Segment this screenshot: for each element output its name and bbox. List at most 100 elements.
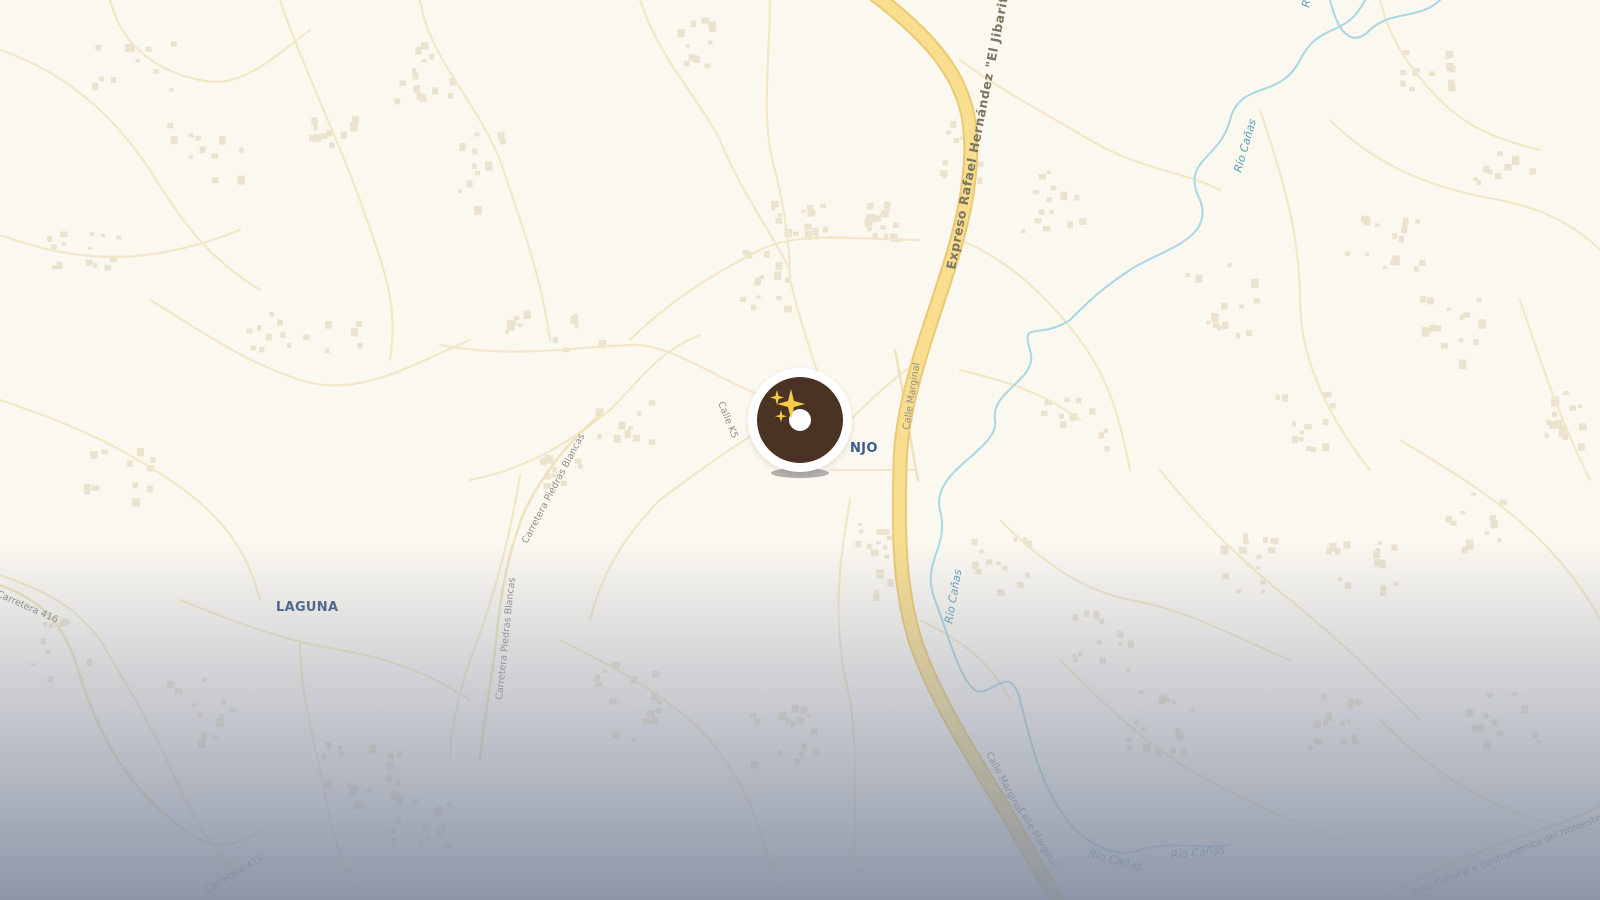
building <box>1351 734 1357 740</box>
building <box>385 761 394 771</box>
building <box>280 332 286 338</box>
building <box>1440 342 1448 349</box>
building <box>1476 298 1482 303</box>
building <box>387 752 394 760</box>
building <box>775 219 782 224</box>
building <box>472 148 478 155</box>
building <box>771 207 776 211</box>
building <box>474 132 480 137</box>
building <box>61 242 67 246</box>
building <box>1227 262 1232 268</box>
building <box>93 263 98 269</box>
building <box>1001 566 1008 571</box>
building <box>1099 618 1105 624</box>
building <box>794 758 801 765</box>
building <box>1046 197 1052 203</box>
map-marker[interactable] <box>740 360 860 490</box>
building <box>1255 566 1260 570</box>
building <box>1171 699 1176 705</box>
building <box>1425 327 1433 333</box>
building <box>277 319 283 326</box>
building <box>750 712 757 718</box>
minor-road <box>628 236 922 342</box>
building <box>1344 582 1352 589</box>
building <box>1126 668 1131 673</box>
building <box>1499 499 1508 505</box>
minor-road <box>298 638 362 900</box>
minor-road <box>108 0 312 83</box>
building <box>631 737 637 742</box>
building <box>1260 580 1266 585</box>
building <box>1143 743 1151 753</box>
building <box>1484 531 1490 536</box>
building <box>475 170 481 176</box>
building <box>1059 413 1065 419</box>
building <box>326 130 333 137</box>
building <box>83 486 90 495</box>
building <box>1536 739 1542 744</box>
building <box>303 334 310 341</box>
building <box>127 460 133 467</box>
building <box>1414 266 1419 272</box>
building <box>1445 55 1450 60</box>
building <box>323 781 332 788</box>
street-label-carretera-416-bottom: Carretera 416 <box>203 853 266 896</box>
building <box>704 63 711 69</box>
building <box>257 325 262 331</box>
building <box>1118 642 1123 646</box>
building <box>445 842 453 849</box>
building <box>940 170 948 176</box>
donut-sparkle-icon <box>757 377 843 463</box>
building <box>812 748 820 756</box>
map-canvas[interactable]: Expreso Rafael Hernández "El Jibarito" C… <box>0 0 1600 900</box>
building <box>132 498 140 507</box>
building <box>1569 405 1576 411</box>
building <box>259 346 265 353</box>
building <box>1458 359 1467 370</box>
building <box>85 259 93 266</box>
building <box>883 544 888 550</box>
building <box>246 328 253 334</box>
building <box>1402 224 1408 230</box>
building <box>740 296 746 302</box>
building <box>884 554 890 559</box>
building <box>145 46 152 52</box>
ruta-cultural-road <box>1378 803 1600 900</box>
building <box>609 698 617 704</box>
building <box>390 828 396 834</box>
building <box>1446 62 1454 71</box>
building <box>611 732 619 739</box>
building <box>1448 516 1453 521</box>
building <box>1400 80 1406 87</box>
building <box>1061 195 1068 201</box>
building <box>420 42 429 50</box>
building <box>1275 394 1280 400</box>
building <box>1562 433 1569 440</box>
building <box>40 638 47 645</box>
building <box>354 801 363 810</box>
building <box>132 482 138 489</box>
building <box>770 200 779 208</box>
rivers <box>929 0 1441 854</box>
building <box>1041 410 1048 416</box>
building <box>1529 168 1536 175</box>
building <box>1094 614 1100 620</box>
river-label-canas-mid: Río Cañas <box>942 568 964 624</box>
building <box>237 175 245 185</box>
building <box>1465 708 1474 717</box>
building <box>101 449 108 455</box>
building <box>1365 252 1370 257</box>
street-label-piedras-blancas-2: Carretera Piedras Blancas <box>494 577 518 700</box>
building <box>867 227 872 232</box>
building <box>950 121 957 128</box>
building <box>642 718 650 724</box>
building <box>701 17 709 24</box>
building <box>212 735 218 739</box>
street-label-carretera-416-left: Carretera 416 <box>0 589 60 626</box>
building <box>1486 745 1491 749</box>
building <box>1256 554 1262 559</box>
building <box>1448 79 1455 86</box>
building <box>60 231 68 237</box>
building <box>972 561 979 569</box>
building <box>1206 320 1211 325</box>
